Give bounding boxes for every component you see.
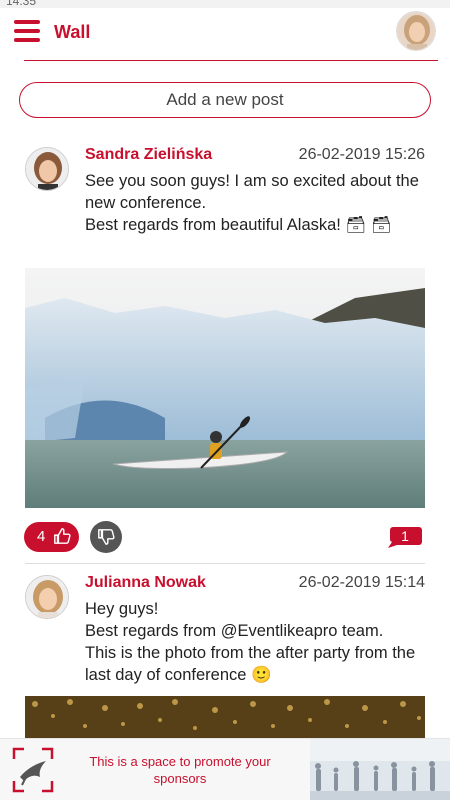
author-avatar[interactable] [25, 575, 69, 619]
dislike-button[interactable] [90, 521, 122, 553]
post-author[interactable]: Julianna Nowak [85, 574, 206, 592]
like-button[interactable]: 4 [24, 522, 79, 552]
post-author[interactable]: Sandra Zielińska [85, 146, 212, 164]
kayak-glacier-photo[interactable] [25, 268, 425, 508]
page-title: Wall [54, 22, 91, 42]
thumbs-down-icon [97, 528, 115, 551]
sponsor-banner[interactable]: This is a space to promote your sponsors [0, 738, 450, 800]
app-header: Wall [0, 8, 450, 60]
post-divider [25, 563, 425, 564]
comment-count: 1 [401, 528, 409, 544]
like-count: 4 [37, 528, 46, 545]
sponsor-logo-icon [12, 747, 54, 793]
header-divider [24, 60, 438, 61]
post-date: 26-02-2019 15:26 [298, 146, 425, 163]
add-post-button[interactable]: Add a new post [19, 82, 431, 118]
post-text: See you soon guys! I am so excited about… [85, 172, 419, 234]
comments-button[interactable]: 1 [387, 525, 423, 549]
user-avatar[interactable] [396, 11, 436, 51]
post-text: Hey guys! Best regards from @Eventlikeap… [85, 600, 416, 684]
sponsor-text: This is a space to promote your sponsors [89, 754, 271, 786]
status-bar: 14:35 [0, 0, 450, 8]
thumbs-up-icon [53, 527, 71, 549]
hamburger-menu-icon[interactable] [14, 20, 40, 42]
author-avatar[interactable] [25, 147, 69, 191]
party-lights-photo[interactable] [25, 696, 425, 738]
sponsor-crowd-image [310, 739, 450, 800]
status-time: 14:35 [6, 0, 37, 8]
post-date: 26-02-2019 15:14 [298, 574, 425, 591]
